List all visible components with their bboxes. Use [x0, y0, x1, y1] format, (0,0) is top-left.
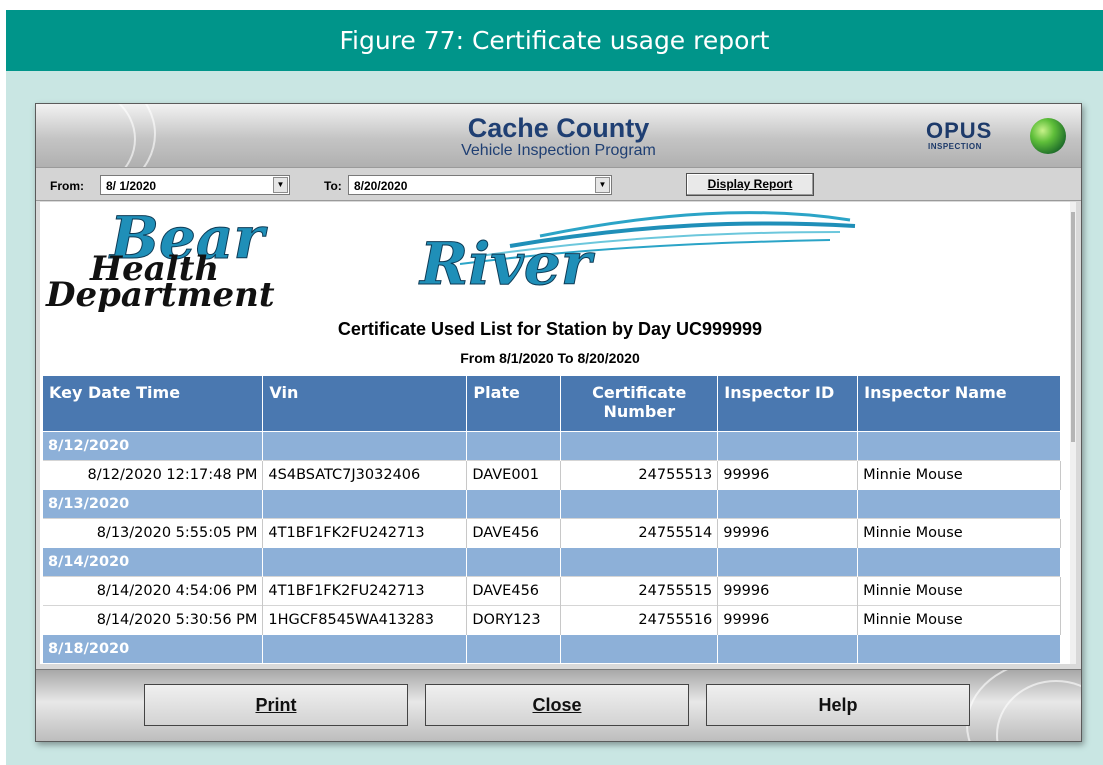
brand-name: OPUS [926, 118, 993, 143]
chevron-down-icon[interactable]: ▼ [273, 177, 288, 193]
cell-inspector-name: Minnie Mouse [857, 575, 1061, 605]
table-row[interactable]: 8/12/2020 12:17:48 PM 4S4BSATC7J3032406 … [43, 459, 1061, 489]
logo-word-department: Department [45, 275, 275, 312]
from-date-select[interactable]: 8/ 1/2020 ▼ [100, 175, 290, 195]
scrollbar-thumb[interactable] [1071, 212, 1075, 442]
cell-inspector-name: Minnie Mouse [857, 604, 1061, 634]
table-row[interactable]: 8/13/2020 5:55:05 PM 4T1BF1FK2FU242713 D… [43, 517, 1061, 547]
cell-inspector-id: 99996 [717, 459, 859, 489]
help-button[interactable]: Help [706, 684, 970, 726]
filter-bar: From: 8/ 1/2020 ▼ To: 8/20/2020 ▼ Displa… [36, 167, 1081, 201]
to-label: To: [324, 179, 342, 193]
button-bar: Print Close Help [36, 669, 1081, 741]
table-group-row[interactable]: 8/13/2020 [43, 488, 1061, 518]
to-date-select[interactable]: 8/20/2020 ▼ [348, 175, 612, 195]
cell-datetime: 8/14/2020 5:30:56 PM [43, 604, 264, 634]
opus-logo: OPUS INSPECTION [926, 118, 1076, 156]
cell-vin: 1HGCF8545WA413283 [262, 604, 468, 634]
table-row[interactable]: 8/14/2020 4:54:06 PM 4T1BF1FK2FU242713 D… [43, 575, 1061, 605]
cell-inspector-name: Minnie Mouse [857, 517, 1061, 547]
cell-certificate: 24755513 [560, 459, 719, 489]
print-button[interactable]: Print [144, 684, 408, 726]
certificate-table: Key Date Time Vin Plate Certificate Numb… [43, 376, 1061, 663]
column-header: Vin [262, 376, 468, 431]
report-title: Certificate Used List for Station by Day… [337, 319, 763, 339]
cell-inspector-id: 99996 [717, 604, 859, 634]
report-viewer[interactable]: Bear River Health Department Certificate… [40, 202, 1076, 664]
figure-caption: Figure 77: Certificate usage report [6, 10, 1103, 71]
column-header: Inspector Name [857, 376, 1061, 431]
cell-plate: DORY123 [466, 604, 562, 634]
column-header: Inspector ID [717, 376, 859, 431]
cell-certificate: 24755514 [560, 517, 719, 547]
bear-river-logo: Bear River Health Department [45, 204, 856, 312]
title-bar: Cache County Vehicle Inspection Program … [36, 104, 1081, 167]
cell-datetime: 8/12/2020 12:17:48 PM [43, 459, 264, 489]
cell-vin: 4T1BF1FK2FU242713 [262, 575, 468, 605]
table-row[interactable]: 8/14/2020 5:30:56 PM 1HGCF8545WA413283 D… [43, 604, 1061, 634]
window-title: Cache County [467, 113, 650, 143]
column-header: Key Date Time [43, 376, 264, 431]
from-date-value: 8/ 1/2020 [106, 179, 157, 193]
window-subtitle: Vehicle Inspection Program [461, 142, 656, 159]
cell-vin: 4S4BSATC7J3032406 [262, 459, 468, 489]
table-group-row[interactable]: 8/12/2020 [43, 430, 1061, 460]
report-date-range: From 8/1/2020 To 8/20/2020 [460, 350, 640, 366]
cell-plate: DAVE456 [466, 575, 562, 605]
chevron-down-icon[interactable]: ▼ [595, 177, 610, 193]
from-label: From: [50, 179, 84, 193]
globe-icon [1030, 118, 1066, 154]
to-date-value: 8/20/2020 [354, 179, 408, 193]
table-group-row[interactable]: 8/18/2020 [43, 633, 1061, 663]
cell-datetime: 8/13/2020 5:55:05 PM [43, 517, 264, 547]
cell-certificate: 24755515 [560, 575, 719, 605]
report-window: Cache County Vehicle Inspection Program … [35, 103, 1082, 742]
cell-plate: DAVE456 [466, 517, 562, 547]
table-group-row[interactable]: 8/14/2020 [43, 546, 1061, 576]
vertical-scrollbar[interactable] [1070, 202, 1076, 664]
cell-datetime: 8/14/2020 4:54:06 PM [43, 575, 264, 605]
cell-inspector-id: 99996 [717, 575, 859, 605]
cell-inspector-id: 99996 [717, 517, 859, 547]
cell-inspector-name: Minnie Mouse [857, 459, 1061, 489]
cell-certificate: 24755516 [560, 604, 719, 634]
group-date: 8/13/2020 [43, 488, 264, 518]
brand-tagline: INSPECTION [928, 142, 982, 151]
display-report-button[interactable]: Display Report [686, 173, 814, 196]
close-button[interactable]: Close [425, 684, 689, 726]
cell-vin: 4T1BF1FK2FU242713 [262, 517, 468, 547]
column-header: Plate [466, 376, 562, 431]
column-header: Certificate Number [560, 376, 719, 431]
cell-plate: DAVE001 [466, 459, 562, 489]
group-date: 8/18/2020 [43, 633, 264, 663]
table-header-row: Key Date Time Vin Plate Certificate Numb… [43, 376, 1061, 431]
group-date: 8/14/2020 [43, 546, 264, 576]
logo-word-river: River [418, 230, 596, 298]
group-date: 8/12/2020 [43, 430, 264, 460]
